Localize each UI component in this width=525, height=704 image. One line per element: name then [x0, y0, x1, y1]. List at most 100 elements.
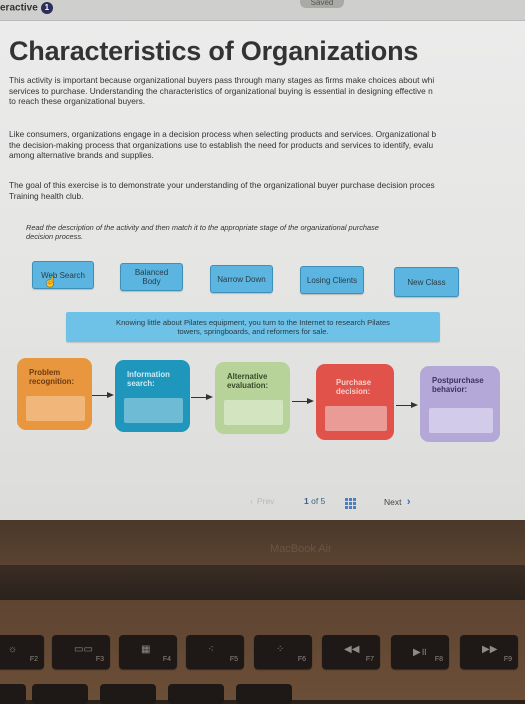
stage-information-search: Information search: [115, 360, 190, 432]
key-label: F7 [365, 656, 374, 663]
consumer-paragraph: Like consumers, organizations engage in … [9, 129, 436, 161]
chip-narrow-down[interactable]: Narrow Down [210, 265, 273, 293]
play-pause-icon: ▶॥ [413, 647, 427, 658]
fast-forward-icon: ▶▶ [482, 644, 498, 655]
chevron-left-icon: ‹ [250, 496, 253, 506]
key-f4[interactable]: ▦ F4 [119, 635, 177, 669]
goal-paragraph: The goal of this exercise is to demonstr… [9, 180, 435, 201]
stage-label: Problem recognition: [29, 368, 74, 386]
arrow-icon [191, 394, 213, 400]
keyboard-light-up-icon: ⁘ [276, 644, 285, 655]
mission-control-icon: ▭▭ [74, 644, 93, 655]
key-label: F2 [29, 656, 38, 663]
instructions: Read the description of the activity and… [26, 223, 379, 241]
key-f6[interactable]: ⁘ F6 [254, 635, 312, 669]
tab-label: eractive [0, 2, 38, 14]
next-label: Next [384, 497, 402, 507]
key-label: F6 [297, 656, 306, 663]
stage-label: Postpurchase behavior: [432, 376, 484, 394]
label-line: decision: [336, 387, 371, 396]
key-f5[interactable]: ⁖ F5 [186, 635, 244, 669]
chip-label: New Class [407, 277, 446, 287]
question-badge: 1 [40, 2, 53, 14]
chip-label: Losing Clients [306, 275, 358, 285]
stage-purchase-decision: Purchase decision: [316, 364, 394, 440]
key-label: F5 [229, 656, 238, 663]
chip-label: Balanced Body [134, 268, 169, 286]
keyboard-light-down-icon: ⁖ [208, 644, 214, 655]
keyboard-key[interactable] [100, 684, 156, 704]
page-total: of 5 [311, 496, 326, 506]
chevron-right-icon: › [406, 496, 411, 508]
laptop-bezel [0, 520, 525, 565]
chip-balanced-body[interactable]: Balanced Body [120, 263, 183, 291]
grid-icon[interactable] [345, 498, 356, 509]
keyboard-key[interactable] [236, 684, 292, 704]
laptop-hinge [0, 565, 525, 600]
launchpad-icon: ▦ [141, 644, 151, 655]
label-line: Problem [29, 368, 61, 377]
key-label: F9 [503, 656, 512, 663]
page-title: Characteristics of Organizations [9, 36, 419, 66]
drop-zone[interactable] [124, 398, 183, 423]
drop-zone[interactable] [429, 408, 493, 433]
text-line: Read the description of the activity and… [26, 223, 379, 232]
text-line: towers, springboards, and reformers for … [177, 327, 329, 336]
stage-alternative-evaluation: Alternative evaluation: [215, 362, 290, 434]
key-label: F3 [95, 656, 104, 663]
keyboard-key[interactable] [168, 684, 224, 704]
next-button[interactable]: Next › [384, 496, 411, 508]
key-label: F4 [162, 656, 171, 663]
chip-losing-clients[interactable]: Losing Clients [300, 266, 364, 294]
saved-indicator: Saved [300, 0, 344, 8]
rewind-icon: ◀◀ [344, 644, 360, 655]
text-line: Knowing little about Pilates equipment, … [116, 318, 390, 327]
stage-problem-recognition: Problem recognition: [17, 358, 92, 430]
text-line: This activity is important because organ… [9, 75, 435, 85]
chip-web-search[interactable]: Web Search [32, 261, 94, 289]
key-f9[interactable]: ▶▶ F9 [460, 635, 518, 669]
keyboard-key[interactable] [32, 684, 88, 704]
label-line: Postpurchase [432, 376, 484, 385]
prev-label: Prev [256, 496, 275, 506]
drop-zone[interactable] [224, 400, 283, 425]
page-indicator: 1 of 5 [304, 496, 325, 506]
activity-description: Knowing little about Pilates equipment, … [66, 312, 440, 342]
drop-zone[interactable] [26, 396, 85, 421]
label-line: search: [127, 379, 155, 388]
label-line: Alternative [227, 372, 268, 381]
drop-zone[interactable] [325, 406, 387, 431]
key-f7[interactable]: ◀◀ F7 [322, 635, 380, 669]
text-line: services to purchase. Understanding the … [9, 85, 433, 96]
top-bar: eractive 1 Saved [0, 0, 525, 21]
key-f8[interactable]: ▶॥ F8 [391, 635, 449, 669]
text-line: Training health club. [9, 190, 84, 201]
assignment-tab[interactable]: eractive 1 [0, 2, 53, 14]
key-label: F8 [434, 656, 443, 663]
label-line: Information [127, 370, 170, 379]
text-line: to reach these organizational buyers. [9, 96, 146, 106]
stage-postpurchase-behavior: Postpurchase behavior: [420, 366, 500, 442]
label-line: behavior: [432, 385, 468, 394]
label-line: evaluation: [227, 381, 269, 390]
text-line: among alternative brands and supplies. [9, 150, 154, 160]
current-page: 1 [304, 496, 309, 506]
chip-new-class[interactable]: New Class [394, 267, 459, 297]
prev-button[interactable]: ‹ Prev [250, 496, 274, 506]
key-f3[interactable]: ▭▭ F3 [52, 635, 110, 669]
text-line: Like consumers, organizations engage in … [9, 129, 437, 139]
brightness-up-icon: ☼ [8, 644, 18, 655]
arrow-icon [292, 398, 314, 404]
text-line: the decision-making process that organiz… [9, 139, 434, 150]
label-line: recognition: [29, 377, 75, 386]
label-line: Purchase [336, 378, 372, 387]
laptop-brand: MacBook Air [270, 543, 332, 555]
key-f2[interactable]: ☼ F2 [0, 635, 44, 669]
text-line: The goal of this exercise is to demonstr… [9, 180, 435, 190]
keyboard-key[interactable] [0, 684, 26, 704]
arrow-icon [92, 392, 114, 398]
stage-label: Alternative evaluation: [227, 372, 268, 390]
intro-paragraph: This activity is important because organ… [9, 75, 434, 107]
browser-screen: eractive 1 Saved Characteristics of Organ… [0, 0, 525, 520]
stage-label: Purchase decision: [336, 378, 371, 396]
